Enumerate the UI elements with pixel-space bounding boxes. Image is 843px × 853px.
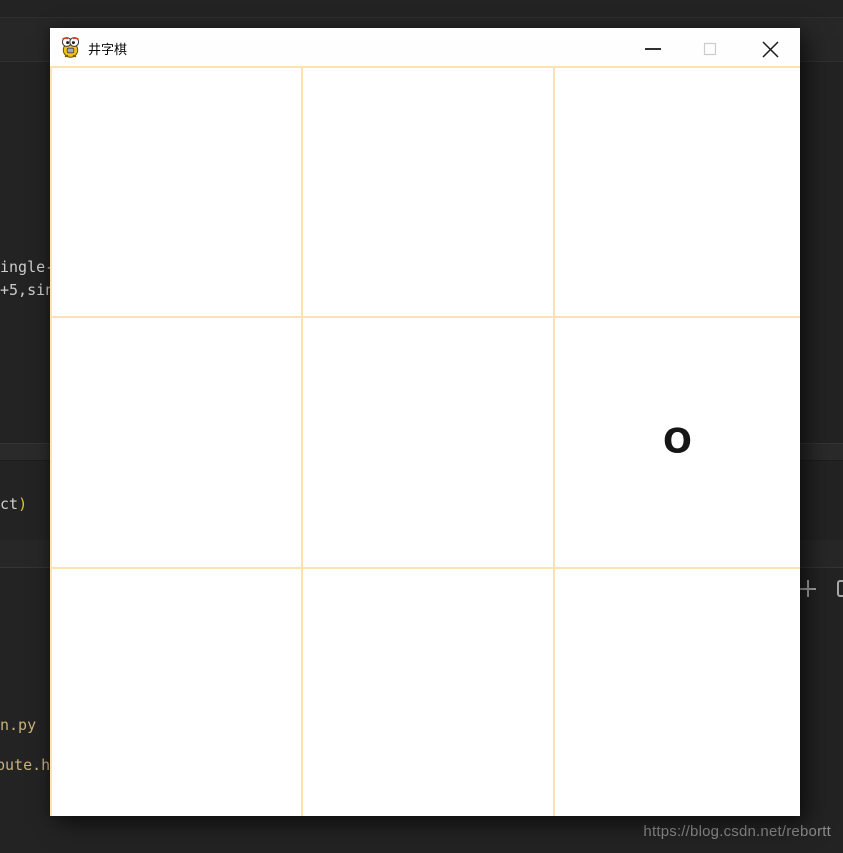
code-text: ct — [0, 496, 18, 513]
new-terminal-plus-icon[interactable] — [799, 580, 816, 597]
code-fragment: +5,sin — [0, 282, 50, 299]
screen: ingle- +5,sin ct) n.py bute.h https://bl… — [0, 0, 843, 853]
code-text: ingle- — [0, 259, 50, 276]
maximize-button[interactable] — [695, 32, 725, 62]
close-button[interactable] — [755, 32, 785, 62]
board-cell-2-2[interactable] — [550, 566, 800, 816]
board-cell-1-0[interactable] — [50, 316, 300, 566]
terminal-text-fragment: bute.h — [0, 757, 50, 774]
code-fragment: ingle- — [0, 259, 50, 276]
piece-o: O — [663, 421, 692, 461]
split-terminal-icon[interactable] — [837, 580, 843, 597]
terminal-text: n.py — [0, 717, 36, 734]
tic-tac-toe-window: 井字棋 — [50, 28, 800, 816]
code-fragment: ct) — [0, 496, 50, 513]
board-cell-0-0[interactable] — [50, 66, 300, 316]
terminal-text: bute.h — [0, 757, 50, 774]
window-titlebar[interactable]: 井字棋 — [50, 28, 800, 66]
window-title: 井字棋 — [88, 39, 127, 58]
terminal-text-fragment: n.py — [0, 717, 50, 734]
game-board-canvas[interactable]: O — [50, 66, 800, 816]
board-cell-2-0[interactable] — [50, 566, 300, 816]
board-cell-0-2[interactable] — [550, 66, 800, 316]
tk-mascot-icon — [60, 36, 81, 58]
minimize-button[interactable] — [638, 32, 668, 62]
code-text: +5,sin — [0, 282, 50, 299]
board-cell-0-1[interactable] — [300, 66, 550, 316]
board-cell-2-1[interactable] — [300, 566, 550, 816]
code-bracket: ) — [18, 496, 27, 513]
watermark-url: https://blog.csdn.net/rebortt — [643, 823, 831, 840]
board-cell-1-1[interactable] — [300, 316, 550, 566]
